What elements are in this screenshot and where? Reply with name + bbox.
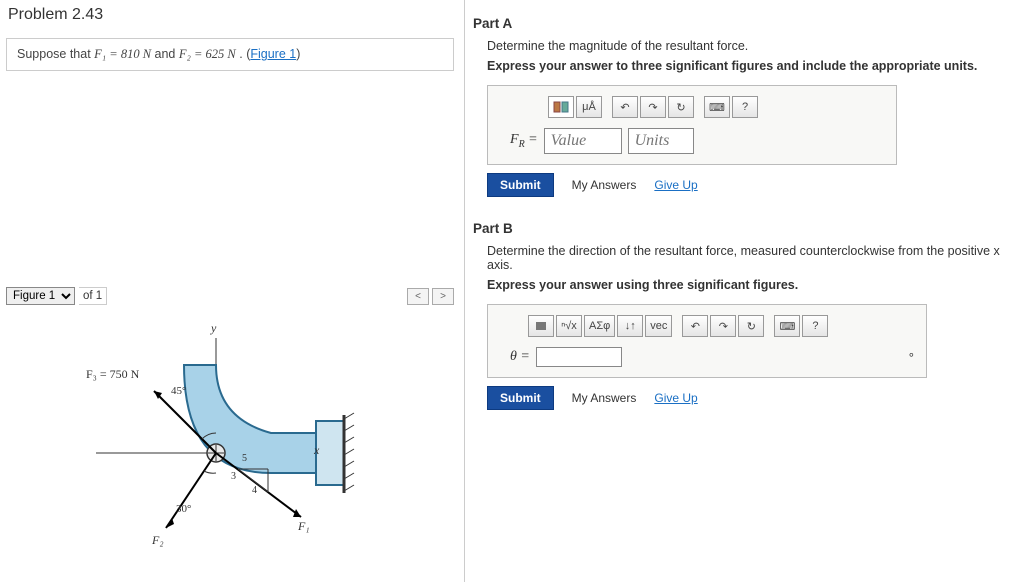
undo-button-b[interactable]: ↶	[682, 315, 708, 337]
vec-button[interactable]: vec	[645, 315, 672, 337]
and-text: and	[155, 47, 179, 61]
select-icon[interactable]	[528, 315, 554, 337]
f2-label: F₂	[152, 533, 164, 548]
part-a-label: Part A	[473, 16, 1016, 31]
my-answers-label: My Answers	[572, 178, 637, 192]
template-icon[interactable]	[548, 96, 574, 118]
value-input[interactable]	[544, 128, 622, 154]
problem-statement: Suppose that F₁ = 810 N and F₂ = 625 N .…	[6, 38, 454, 71]
link-suffix: )	[296, 47, 300, 61]
f2-value: F₂ = 625 N	[179, 47, 236, 61]
part-b-instructions: Express your answer using three signific…	[487, 278, 1016, 292]
refresh-button-b[interactable]: ↻	[738, 315, 764, 337]
angle-45: 45°	[171, 385, 186, 397]
figure-select[interactable]: Figure 1	[6, 287, 75, 305]
part-b-label: Part B	[473, 221, 1016, 236]
redo-button[interactable]: ↷	[640, 96, 666, 118]
help-button-b[interactable]: ?	[802, 315, 828, 337]
sqrt-button[interactable]: ⁿ√x	[556, 315, 582, 337]
my-answers-label-b: My Answers	[572, 391, 637, 405]
help-button[interactable]: ?	[732, 96, 758, 118]
angle-30: 30°	[176, 503, 191, 515]
f1-label: F₁	[298, 519, 310, 534]
suppose-prefix: Suppose that	[17, 47, 94, 61]
y-axis-label: y	[211, 321, 216, 336]
give-up-link[interactable]: Give Up	[654, 178, 697, 192]
degree-unit: °	[909, 350, 914, 365]
slope-4: 4	[252, 485, 257, 496]
part-b-answer-box: ⁿ√x ΑΣφ ↓↑ vec ↶ ↷ ↻ ⌨ ? θ = °	[487, 304, 927, 378]
undo-button[interactable]: ↶	[612, 96, 638, 118]
part-b-text: Determine the direction of the resultant…	[487, 244, 1016, 272]
micro-angstrom-button[interactable]: μÅ	[576, 96, 602, 118]
theta-input[interactable]	[536, 347, 622, 367]
part-a-text: Determine the magnitude of the resultant…	[487, 39, 1016, 53]
give-up-link-b[interactable]: Give Up	[654, 391, 697, 405]
theta-label: θ =	[510, 349, 530, 365]
submit-button[interactable]: Submit	[487, 173, 554, 197]
keyboard-button-b[interactable]: ⌨	[774, 315, 800, 337]
f3-label: F₃ = 750 N	[86, 367, 139, 382]
fr-label: FR =	[510, 132, 538, 150]
greek-button[interactable]: ΑΣφ	[584, 315, 615, 337]
refresh-button[interactable]: ↻	[668, 96, 694, 118]
units-input[interactable]	[628, 128, 694, 154]
period-prefix: . (	[239, 47, 250, 61]
figure-next-button[interactable]: >	[432, 288, 454, 305]
figure-count: of 1	[79, 287, 107, 305]
slope-5: 5	[242, 453, 247, 464]
slope-3: 3	[231, 471, 236, 482]
problem-title: Problem 2.43	[8, 6, 454, 24]
updown-button[interactable]: ↓↑	[617, 315, 643, 337]
keyboard-button[interactable]: ⌨	[704, 96, 730, 118]
part-a-answer-box: μÅ ↶ ↷ ↻ ⌨ ? FR =	[487, 85, 897, 165]
submit-button-b[interactable]: Submit	[487, 386, 554, 410]
redo-button-b[interactable]: ↷	[710, 315, 736, 337]
part-a-instructions: Express your answer to three significant…	[487, 59, 1016, 73]
x-axis-label: x	[314, 443, 319, 458]
f1-value: F₁ = 810 N	[94, 47, 151, 61]
figure-diagram: y x F₃ = 750 N 45° 30° 5 3 4 F₁ F₂	[66, 323, 396, 553]
figure-prev-button[interactable]: <	[407, 288, 429, 305]
figure1-link[interactable]: Figure 1	[250, 47, 296, 61]
